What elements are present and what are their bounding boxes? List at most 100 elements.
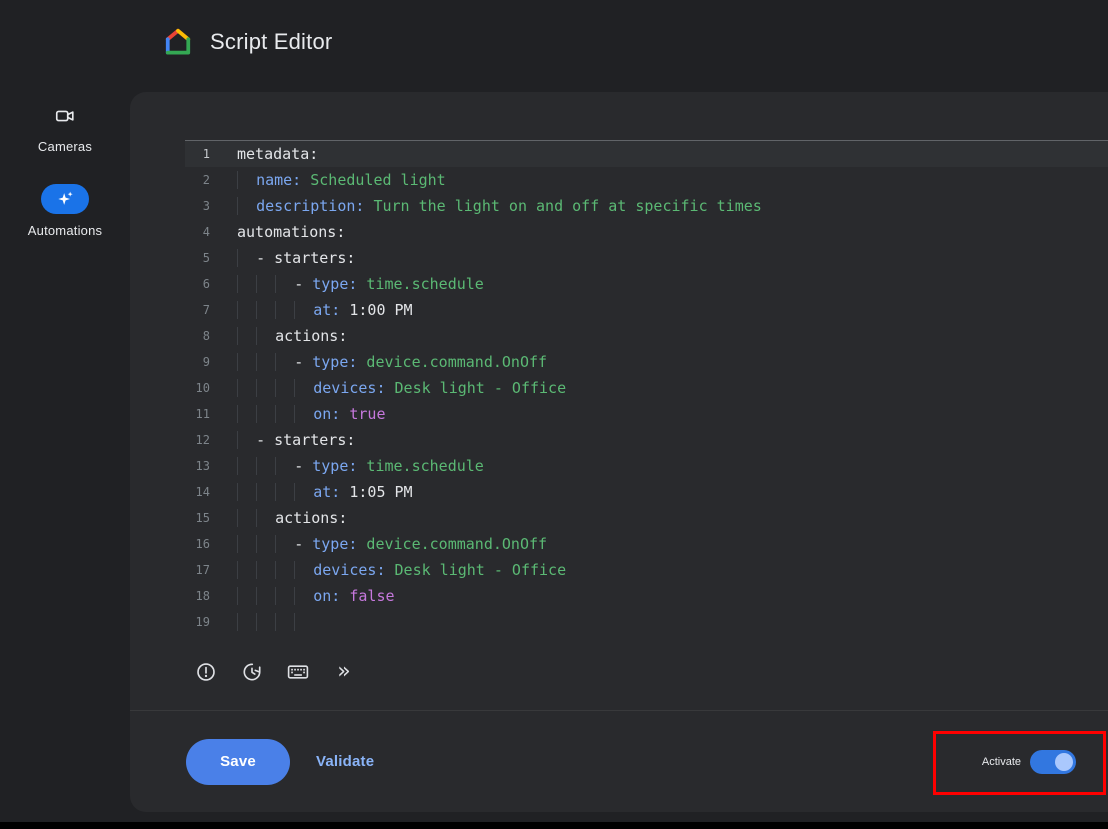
indent-guide (256, 587, 275, 605)
code-line[interactable]: 7 at: 1:00 PM (185, 297, 1108, 323)
alert-circle-icon (195, 661, 217, 683)
indent-guide (294, 587, 313, 605)
more-button[interactable]: » (326, 654, 362, 690)
code-line[interactable]: 3 description: Turn the light on and off… (185, 193, 1108, 219)
line-number: 1 (185, 141, 210, 167)
indent-guide (256, 327, 275, 345)
code-line-text: devices: Desk light - Office (237, 375, 566, 401)
code-line[interactable]: 17 devices: Desk light - Office (185, 557, 1108, 583)
code-line[interactable]: 13 - type: time.schedule (185, 453, 1108, 479)
code-line-text: on: false (237, 583, 395, 609)
code-line-text: on: true (237, 401, 386, 427)
sidebar-item-label: Automations (28, 223, 102, 238)
line-number: 15 (185, 505, 210, 531)
code-editor[interactable]: 1metadata:2 name: Scheduled light3 descr… (185, 140, 1108, 636)
line-number: 14 (185, 479, 210, 505)
indent-guide (237, 249, 256, 267)
indent-guide (275, 379, 294, 397)
indent-guide (275, 483, 294, 501)
line-number: 7 (185, 297, 210, 323)
line-number: 3 (185, 193, 210, 219)
indent-guide (275, 301, 294, 319)
code-line[interactable]: 18 on: false (185, 583, 1108, 609)
code-line-text: at: 1:00 PM (237, 297, 413, 323)
editor-toolbar: » (188, 654, 362, 690)
code-line[interactable]: 9 - type: device.command.OnOff (185, 349, 1108, 375)
code-line-text: actions: (237, 323, 347, 349)
indent-guide (275, 353, 294, 371)
page-title: Script Editor (210, 29, 332, 55)
activate-label: Activate (982, 756, 1021, 768)
code-line[interactable]: 8 actions: (185, 323, 1108, 349)
keyboard-button[interactable] (280, 654, 316, 690)
history-button[interactable] (234, 654, 270, 690)
code-line-text: description: Turn the light on and off a… (237, 193, 762, 219)
indent-guide (275, 535, 294, 553)
indent-guide (256, 405, 275, 423)
problems-button[interactable] (188, 654, 224, 690)
line-number: 8 (185, 323, 210, 349)
sidebar-item-cameras[interactable]: Cameras (38, 102, 92, 154)
indent-guide (294, 613, 313, 631)
indent-guide (237, 405, 256, 423)
code-line[interactable]: 5 - starters: (185, 245, 1108, 271)
activate-control: Activate (982, 750, 1076, 774)
line-number: 16 (185, 531, 210, 557)
code-line[interactable]: 16 - type: device.command.OnOff (185, 531, 1108, 557)
line-number: 11 (185, 401, 210, 427)
code-line-text: name: Scheduled light (237, 167, 446, 193)
line-number: 12 (185, 427, 210, 453)
indent-guide (237, 327, 256, 345)
line-number: 19 (185, 609, 210, 635)
editor-card: 1metadata:2 name: Scheduled light3 descr… (130, 92, 1108, 812)
code-line[interactable]: 12 - starters: (185, 427, 1108, 453)
sidebar-item-automations[interactable]: Automations (28, 184, 102, 238)
code-line-text: actions: (237, 505, 347, 531)
indent-guide (256, 483, 275, 501)
line-number: 4 (185, 219, 210, 245)
validate-button[interactable]: Validate (316, 753, 374, 770)
indent-guide (237, 171, 256, 189)
code-line-text: - starters: (237, 427, 355, 453)
indent-guide (237, 483, 256, 501)
code-line[interactable]: 19 (185, 609, 1108, 635)
indent-guide (237, 535, 256, 553)
indent-guide (237, 561, 256, 579)
code-line[interactable]: 1metadata: (185, 141, 1108, 167)
code-line[interactable]: 11 on: true (185, 401, 1108, 427)
code-line[interactable]: 14 at: 1:05 PM (185, 479, 1108, 505)
indent-guide (237, 509, 256, 527)
indent-guide (256, 275, 275, 293)
indent-guide (275, 457, 294, 475)
indent-guide (237, 353, 256, 371)
code-line[interactable]: 4automations: (185, 219, 1108, 245)
save-button[interactable]: Save (186, 739, 290, 785)
line-number: 2 (185, 167, 210, 193)
line-number: 6 (185, 271, 210, 297)
code-line[interactable]: 6 - type: time.schedule (185, 271, 1108, 297)
indent-guide (256, 535, 275, 553)
code-line-text: devices: Desk light - Office (237, 557, 566, 583)
line-number: 13 (185, 453, 210, 479)
indent-guide (256, 457, 275, 475)
code-line-text: - type: device.command.OnOff (237, 349, 547, 375)
camera-icon (41, 102, 89, 130)
indent-guide (275, 275, 294, 293)
sidebar-item-label: Cameras (38, 139, 92, 154)
indent-guide (237, 587, 256, 605)
sidebar: Cameras Automations (0, 84, 130, 829)
code-line-text: - starters: (237, 245, 355, 271)
code-line[interactable]: 2 name: Scheduled light (185, 167, 1108, 193)
indent-guide (237, 301, 256, 319)
double-chevron-icon: » (337, 661, 350, 683)
activate-toggle[interactable] (1030, 750, 1076, 774)
code-line[interactable]: 10 devices: Desk light - Office (185, 375, 1108, 401)
editor-footer: Save Validate Activate (130, 710, 1108, 812)
indent-guide (294, 483, 313, 501)
toggle-knob (1055, 753, 1073, 771)
code-line-text (237, 609, 313, 635)
active-nav-pill (41, 184, 89, 214)
line-number: 10 (185, 375, 210, 401)
code-line[interactable]: 15 actions: (185, 505, 1108, 531)
google-home-logo-icon (163, 27, 193, 57)
